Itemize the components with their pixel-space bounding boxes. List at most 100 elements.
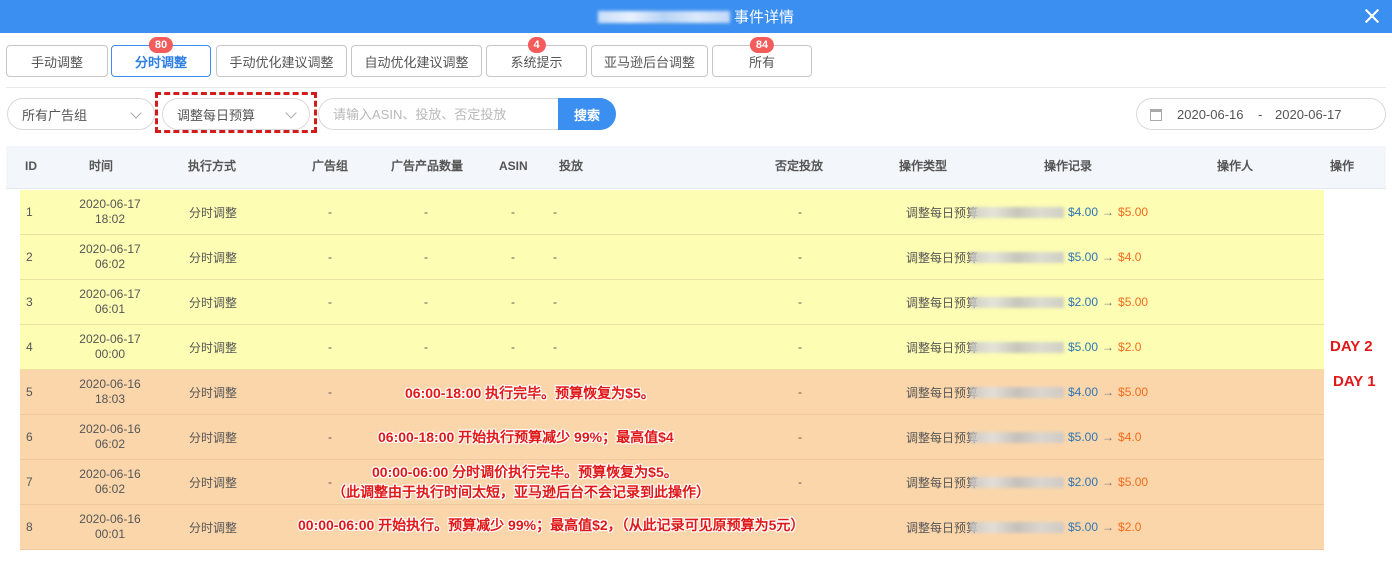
cell-product-count: - [424,250,428,264]
budget-from: $2.00 [1068,295,1099,309]
filter-bar: 所有广告组 调整每日预算 搜索 2020-06-16 - 2020-06-17 [0,92,1392,133]
redacted-campaign-name [970,251,1064,263]
cell-asin: - [511,295,515,309]
cell-ad-group: - [328,385,332,399]
divider [6,87,1386,88]
arrow-right-icon: → [1102,340,1115,354]
cell-record: $2.00 → $5.00 [970,460,1270,504]
cell-record: $5.00 → $2.0 [970,505,1270,549]
tab-amazon-backend[interactable]: 亚马逊后台调整 [591,45,708,77]
date-to[interactable]: 2020-06-17 [1275,107,1342,122]
count-badge: 80 [148,37,174,53]
cell-date: 2020-06-17 [79,332,141,346]
col-op-type: 操作类型 [899,159,948,173]
cell-id: 1 [26,205,33,219]
redacted-campaign-name [970,341,1064,353]
redacted-campaign-name [970,521,1064,533]
arrow-right-icon: → [1102,430,1115,444]
cell-negative: - [798,295,802,309]
col-time: 时间 [89,159,114,173]
cell-method: 分时调整 [188,250,237,265]
day2-label: DAY 2 [1330,338,1373,355]
cell-id: 6 [26,430,33,444]
cell-date: 2020-06-16 [79,377,141,391]
cell-ad-group: - [328,430,332,444]
cell-time: 2020-06-17 06:02 [60,235,160,279]
cell-id: 4 [26,340,33,354]
cell-ad-group: - [328,340,332,354]
cell-negative: - [798,475,802,489]
close-icon[interactable] [1360,4,1384,28]
cell-clock: 18:03 [94,392,126,406]
date-range-picker[interactable]: 2020-06-16 - 2020-06-17 [1136,98,1386,130]
annotation-row7-line2: （此调整由于执行时间太短，亚马逊后台不会记录到此操作） [332,484,710,500]
search-input[interactable] [318,98,560,130]
cell-product-count: - [424,295,428,309]
annotation-row8: 00:00-06:00 开始执行。预算减少 99%；最高值$2，（从此记录可见原… [298,517,805,533]
cell-ad-group: - [328,295,332,309]
cell-negative: - [798,340,802,354]
budget-to: $5.00 [1118,205,1149,219]
cell-clock: 06:02 [94,482,126,496]
tab-auto-suggestion[interactable]: 自动优化建议调整 [351,45,482,77]
col-ad-group: 广告组 [312,159,349,173]
budget-from: $5.00 [1068,430,1099,444]
redacted-campaign-name [970,476,1064,488]
arrow-right-icon: → [1102,520,1115,534]
cell-negative: - [798,205,802,219]
ad-group-select[interactable]: 所有广告组 [7,98,155,130]
search-button[interactable]: 搜索 [558,98,616,130]
tab-time-based[interactable]: 80 分时调整 [111,37,211,77]
budget-from: $5.00 [1068,250,1099,264]
col-id: ID [25,159,37,173]
cell-method: 分时调整 [188,340,237,355]
table-row: 1 2020-06-17 18:02 分时调整 - - - - - 调整每日预算 $4.00 → $5.… [20,190,1324,235]
budget-from: $5.00 [1068,520,1099,534]
cell-date: 2020-06-16 [79,422,141,436]
cell-id: 5 [26,385,33,399]
count-badge: 4 [527,37,546,53]
cell-asin: - [511,205,515,219]
redacted-campaign-name [970,431,1064,443]
cell-ad-group: - [328,250,332,264]
arrow-right-icon: → [1102,205,1115,219]
budget-to: $5.00 [1118,475,1149,489]
col-record: 操作记录 [1044,159,1093,173]
table-row: 5 2020-06-16 18:03 分时调整 - - 调整每日预算 $4.00 → $5.00 [20,370,1324,415]
chevron-down-icon [130,107,142,119]
tab-system-notice[interactable]: 4 系统提示 [486,37,587,77]
cell-method: 分时调整 [188,430,237,445]
arrow-right-icon: → [1102,475,1115,489]
cell-id: 2 [26,250,33,264]
tab-all[interactable]: 84 所有 [712,37,812,77]
col-operator: 操作人 [1217,159,1254,173]
cell-negative: - [798,385,802,399]
tab-manual[interactable]: 手动调整 [6,45,108,77]
redacted-campaign-name [970,206,1064,218]
date-from[interactable]: 2020-06-16 [1177,107,1244,122]
cell-id: 8 [26,520,33,534]
table-row: 3 2020-06-17 06:01 分时调整 - - - - - 调整每日预算 $2.00 → $5.… [20,280,1324,325]
cell-negative: - [798,430,802,444]
cell-targeting: - [553,340,557,354]
cell-method: 分时调整 [188,205,237,220]
cell-date: 2020-06-17 [79,242,141,256]
annotation-row6: 06:00-18:00 开始执行预算减少 99%；最高值$4 [378,429,674,445]
table-row: 4 2020-06-17 00:00 分时调整 - - - - - 调整每日预算 $5.00 → $2.… [20,325,1324,370]
cell-time: 2020-06-16 18:03 [60,370,160,414]
cell-method: 分时调整 [188,295,237,310]
redacted-campaign-name [970,386,1064,398]
col-product-count: 广告产品数量 [391,159,464,173]
budget-from: $2.00 [1068,475,1099,489]
budget-to: $4.0 [1118,250,1142,264]
redacted-store-name [597,10,730,23]
dialog-title-bar: 事件详情 [0,0,1392,33]
cell-id: 7 [26,475,33,489]
cell-record: $4.00 → $5.00 [970,370,1270,414]
cell-method: 分时调整 [188,475,237,490]
cell-record: $2.00 → $5.00 [970,280,1270,324]
tab-manual-suggestion[interactable]: 手动优化建议调整 [216,45,347,77]
cell-date: 2020-06-16 [79,512,141,526]
annotation-row5: 06:00-18:00 执行完毕。预算恢复为$5。 [405,385,655,401]
cell-asin: - [511,340,515,354]
